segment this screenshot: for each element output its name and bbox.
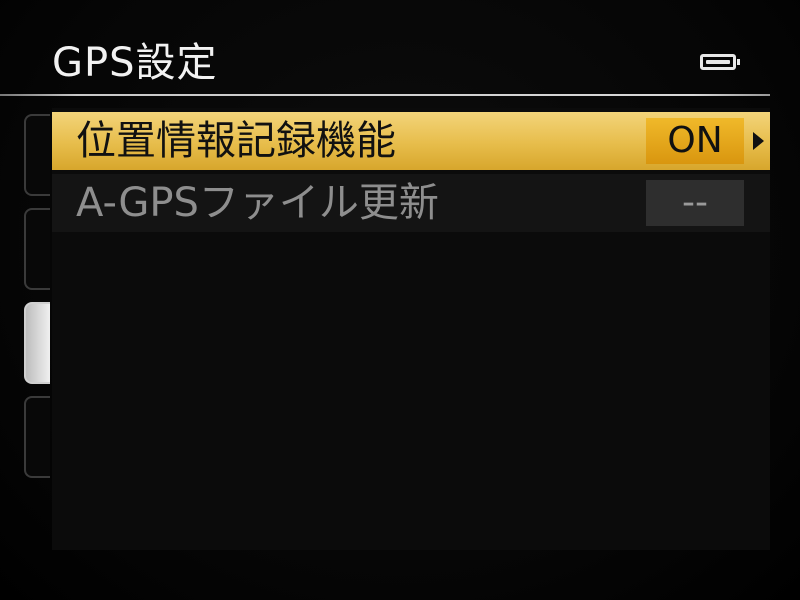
menu-tab-rail <box>0 108 52 488</box>
menu-tab-3-active[interactable] <box>24 302 50 384</box>
chevron-right-icon <box>753 132 764 150</box>
menu-item-label: 位置情報記録機能 <box>76 118 396 164</box>
menu-tab-2[interactable] <box>24 208 50 290</box>
menu-tab-1[interactable] <box>24 114 50 196</box>
menu-item-agps-update[interactable]: A-GPSファイル更新 -- <box>52 174 770 232</box>
camera-menu-screen: GPS設定 位置情報記録機能 ON A-GPSファイル更新 -- <box>0 0 800 600</box>
menu-tab-4[interactable] <box>24 396 50 478</box>
menu-item-value: -- <box>646 180 744 226</box>
menu-item-label: A-GPSファイル更新 <box>76 180 439 226</box>
title-divider <box>0 94 770 96</box>
menu-item-location-logging[interactable]: 位置情報記録機能 ON <box>52 112 770 170</box>
menu-list: 位置情報記録機能 ON A-GPSファイル更新 -- <box>52 108 770 550</box>
page-title: GPS設定 <box>52 40 218 86</box>
menu-item-value: ON <box>646 118 744 164</box>
battery-full-icon <box>700 54 740 70</box>
